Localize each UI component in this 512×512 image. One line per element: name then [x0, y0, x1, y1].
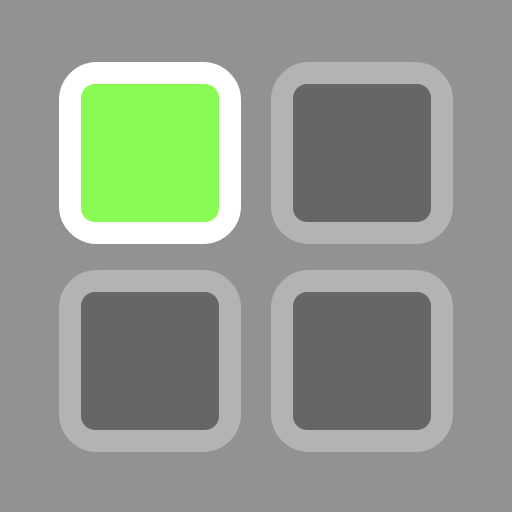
tile-4-fill	[293, 292, 431, 430]
app-grid-icon	[0, 0, 512, 512]
grid-tile-3[interactable]	[59, 270, 241, 452]
grid-tile-4[interactable]	[271, 270, 453, 452]
grid-tile-2[interactable]	[271, 62, 453, 244]
tile-2-fill	[293, 84, 431, 222]
tile-3-fill	[81, 292, 219, 430]
tile-1-fill	[81, 84, 219, 222]
grid-tile-1[interactable]	[59, 62, 241, 244]
